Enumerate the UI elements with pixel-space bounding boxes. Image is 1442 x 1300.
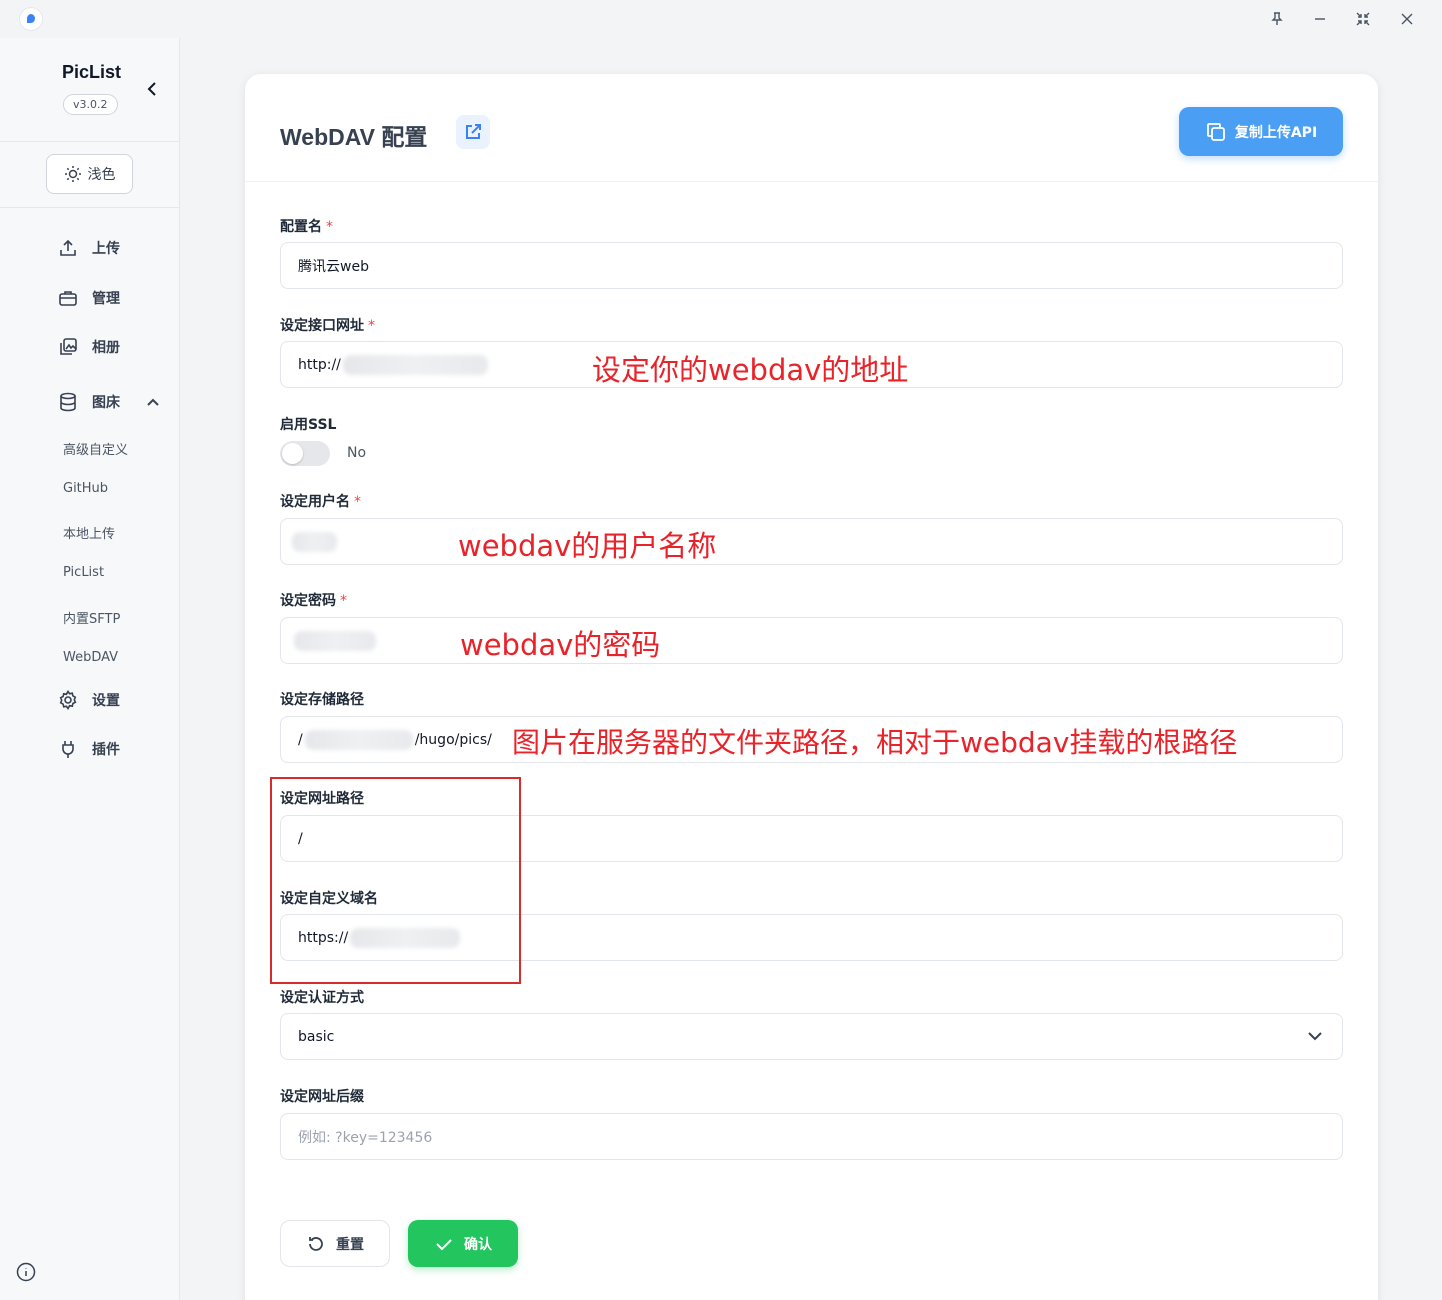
ssl-toggle[interactable] bbox=[280, 441, 330, 466]
window-titlebar bbox=[0, 0, 1442, 38]
sidebar-item-settings[interactable]: 设置 bbox=[58, 690, 120, 710]
sidebar-collapse-chevron-left-icon[interactable] bbox=[144, 80, 162, 98]
username-label: 设定用户名 * bbox=[280, 494, 361, 510]
chevron-down-icon bbox=[1306, 1027, 1324, 1045]
sidebar-item-picbed[interactable]: 图床 bbox=[58, 392, 120, 412]
config-name-label: 配置名 * bbox=[280, 219, 333, 235]
config-name-input[interactable]: 腾讯云web bbox=[280, 242, 1343, 289]
toggle-knob bbox=[282, 443, 303, 464]
gallery-icon bbox=[60, 338, 77, 355]
redacted-blur bbox=[294, 630, 376, 651]
redacted-blur bbox=[342, 354, 488, 375]
sidebar-item-upload[interactable]: 上传 bbox=[58, 238, 120, 258]
theme-section: 浅色 bbox=[0, 142, 180, 208]
chevron-up-icon[interactable] bbox=[146, 394, 160, 408]
sidebar-item-gallery[interactable]: 相册 bbox=[58, 337, 120, 357]
collapse-window-icon[interactable] bbox=[1352, 8, 1374, 30]
copy-upload-api-button[interactable]: 复制上传API bbox=[1179, 107, 1343, 156]
sidebar-item-label: 管理 bbox=[92, 291, 120, 307]
minimize-icon[interactable] bbox=[1309, 8, 1331, 30]
close-icon[interactable] bbox=[1396, 8, 1418, 30]
briefcase-icon bbox=[59, 291, 77, 306]
sidebar-item-label: 上传 bbox=[92, 241, 120, 257]
path-value-prefix: / bbox=[298, 731, 303, 748]
sidebar-item-plugins[interactable]: 插件 bbox=[58, 739, 120, 759]
url-suffix-input[interactable]: 例如: ?key=123456 bbox=[280, 1113, 1343, 1160]
check-icon bbox=[436, 1238, 452, 1250]
picbed-item-piclist[interactable]: PicList bbox=[63, 565, 104, 580]
brand: PicList v3.0.2 bbox=[0, 38, 180, 142]
auth-type-label: 设定认证方式 bbox=[280, 990, 364, 1006]
sidebar-item-manage[interactable]: 管理 bbox=[58, 288, 120, 308]
copy-icon bbox=[1206, 122, 1225, 141]
path-value-suffix: /hugo/pics/ bbox=[414, 731, 492, 748]
theme-toggle-button[interactable]: 浅色 bbox=[46, 154, 133, 194]
confirm-label: 确认 bbox=[464, 1236, 492, 1253]
reset-label: 重置 bbox=[336, 1236, 364, 1253]
page-title: WebDAV 配置 bbox=[280, 124, 428, 150]
app-logo-icon bbox=[20, 8, 42, 30]
database-icon bbox=[60, 392, 76, 412]
path-label: 设定存储路径 bbox=[280, 692, 364, 708]
config-name-value: 腾讯云web bbox=[298, 258, 369, 275]
config-card: WebDAV 配置 复制上传API 配置名 * 腾讯云web 设定接口网址 * ht… bbox=[245, 74, 1378, 1300]
sidebar-item-label: 插件 bbox=[92, 742, 120, 758]
picbed-item-sftp[interactable]: 内置SFTP bbox=[63, 608, 120, 627]
redacted-blur bbox=[292, 531, 337, 552]
reset-button[interactable]: 重置 bbox=[280, 1220, 390, 1267]
pin-icon[interactable] bbox=[1266, 8, 1288, 30]
picbed-item-github[interactable]: GitHub bbox=[63, 481, 108, 496]
annotation-username: webdav的用户名称 bbox=[458, 529, 717, 563]
picbed-item-webdav[interactable]: WebDAV bbox=[63, 650, 118, 665]
sidebar: PicList v3.0.2 浅色 上传 管理 相册 图床 高级自定义 GitH… bbox=[0, 38, 180, 1300]
sun-icon bbox=[64, 166, 81, 182]
picbed-item-local[interactable]: 本地上传 bbox=[63, 523, 115, 542]
url-suffix-label: 设定网址后缀 bbox=[280, 1089, 364, 1105]
info-icon[interactable] bbox=[16, 1262, 36, 1282]
sidebar-item-label: 相册 bbox=[92, 340, 120, 356]
auth-type-select[interactable]: basic bbox=[280, 1013, 1343, 1060]
card-header: WebDAV 配置 复制上传API bbox=[245, 74, 1378, 182]
confirm-button[interactable]: 确认 bbox=[408, 1220, 518, 1267]
redacted-blur bbox=[304, 729, 413, 750]
plug-icon bbox=[62, 741, 74, 758]
external-link-button[interactable] bbox=[456, 115, 490, 149]
gear-icon bbox=[59, 690, 77, 710]
external-link-icon bbox=[466, 124, 481, 139]
picbed-item-custom[interactable]: 高级自定义 bbox=[63, 439, 128, 458]
host-value: http:// bbox=[298, 356, 341, 373]
ssl-label: 启用SSL bbox=[280, 417, 337, 433]
annotation-password: webdav的密码 bbox=[460, 628, 661, 662]
upload-icon bbox=[60, 239, 76, 256]
url-suffix-placeholder: 例如: ?key=123456 bbox=[298, 1129, 433, 1146]
reset-icon bbox=[309, 1236, 323, 1251]
host-label: 设定接口网址 * bbox=[280, 318, 375, 334]
sidebar-item-label: 图床 bbox=[92, 395, 120, 411]
annotation-highlight-box bbox=[270, 777, 521, 984]
ssl-state: No bbox=[347, 445, 367, 461]
auth-type-value: basic bbox=[298, 1028, 335, 1045]
copy-api-label: 复制上传API bbox=[1234, 124, 1318, 141]
annotation-path: 图片在服务器的文件夹路径，相对于webdav挂载的根路径 bbox=[512, 726, 1238, 759]
password-input[interactable] bbox=[280, 617, 1343, 664]
annotation-host: 设定你的webdav的地址 bbox=[592, 353, 909, 387]
brand-name: PicList bbox=[62, 62, 122, 82]
version-badge: v3.0.2 bbox=[63, 94, 118, 115]
theme-label: 浅色 bbox=[87, 167, 116, 183]
password-label: 设定密码 * bbox=[280, 593, 347, 609]
username-input[interactable] bbox=[280, 518, 1343, 565]
sidebar-item-label: 设置 bbox=[92, 693, 120, 709]
